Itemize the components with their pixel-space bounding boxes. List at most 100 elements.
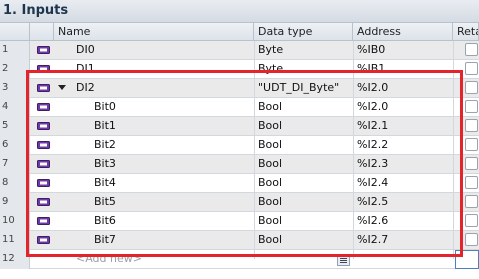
tag-name[interactable]: Bit3 bbox=[94, 155, 116, 174]
tag-address[interactable]: %I2.5 bbox=[357, 193, 388, 212]
tag-data-type[interactable]: Bool bbox=[258, 155, 282, 174]
row-number: 4 bbox=[0, 98, 30, 117]
tag-icon bbox=[37, 198, 50, 206]
tag-data-type[interactable]: Bool bbox=[258, 212, 282, 231]
column-header-name[interactable]: Name bbox=[54, 23, 254, 41]
tag-data-type[interactable]: Bool bbox=[258, 193, 282, 212]
table-row[interactable]: 2 DI1 Byte %IB1 bbox=[0, 60, 479, 79]
column-header-retain[interactable]: Reta bbox=[453, 23, 479, 41]
add-new-placeholder[interactable]: <Add new> bbox=[76, 250, 142, 269]
tag-address[interactable]: %IB1 bbox=[357, 60, 385, 79]
tag-data-type[interactable]: Bool bbox=[258, 174, 282, 193]
row-number: 8 bbox=[0, 174, 30, 193]
retain-checkbox[interactable] bbox=[465, 233, 478, 246]
retain-checkbox[interactable] bbox=[465, 176, 478, 189]
tag-address[interactable]: %I2.6 bbox=[357, 212, 388, 231]
tag-address[interactable]: %I2.4 bbox=[357, 174, 388, 193]
tag-icon-cell bbox=[30, 212, 54, 231]
tag-icon-cell bbox=[30, 79, 54, 98]
tag-icon bbox=[37, 65, 50, 73]
row-number: 11 bbox=[0, 231, 30, 250]
table-row[interactable]: 10 Bit6 Bool %I2.6 bbox=[0, 212, 479, 231]
column-header-address[interactable]: Address bbox=[353, 23, 453, 41]
tag-name[interactable]: Bit0 bbox=[94, 98, 116, 117]
retain-checkbox[interactable] bbox=[465, 195, 478, 208]
row-number: 3 bbox=[0, 79, 30, 98]
tag-icon-cell bbox=[30, 231, 54, 250]
selected-cell[interactable] bbox=[455, 250, 479, 269]
tag-icon-cell bbox=[30, 98, 54, 117]
table-row[interactable]: 3 DI2 "UDT_DI_Byte" %I2.0 bbox=[0, 79, 479, 98]
column-divider bbox=[453, 41, 454, 259]
table-row[interactable]: 7 Bit3 Bool %I2.3 bbox=[0, 155, 479, 174]
tag-address[interactable]: %I2.3 bbox=[357, 155, 388, 174]
tag-icon bbox=[37, 122, 50, 130]
tag-name[interactable]: DI2 bbox=[76, 79, 95, 98]
tag-data-type[interactable]: Bool bbox=[258, 117, 282, 136]
tag-icon-cell bbox=[30, 155, 54, 174]
row-number: 9 bbox=[0, 193, 30, 212]
column-divider bbox=[353, 41, 354, 259]
retain-checkbox[interactable] bbox=[465, 214, 478, 227]
tag-icon-cell bbox=[30, 41, 54, 60]
tag-name[interactable]: DI1 bbox=[76, 60, 95, 79]
retain-checkbox[interactable] bbox=[465, 81, 478, 94]
expand-collapse-icon[interactable] bbox=[58, 85, 66, 90]
tag-name[interactable]: Bit2 bbox=[94, 136, 116, 155]
tag-icon-cell bbox=[30, 193, 54, 212]
add-new-row[interactable]: 12 <Add new> bbox=[0, 250, 479, 269]
row-number: 2 bbox=[0, 60, 30, 79]
table-row[interactable]: 11 Bit7 Bool %I2.7 bbox=[0, 231, 479, 250]
tag-address[interactable]: %I2.7 bbox=[357, 231, 388, 250]
retain-checkbox[interactable] bbox=[465, 119, 478, 132]
table-row[interactable]: 5 Bit1 Bool %I2.1 bbox=[0, 117, 479, 136]
table-row[interactable]: 9 Bit5 Bool %I2.5 bbox=[0, 193, 479, 212]
tag-name[interactable]: DI0 bbox=[76, 41, 95, 60]
row-number: 7 bbox=[0, 155, 30, 174]
tag-address[interactable]: %I2.1 bbox=[357, 117, 388, 136]
retain-checkbox[interactable] bbox=[465, 100, 478, 113]
tag-icon-cell bbox=[30, 60, 54, 79]
retain-checkbox[interactable] bbox=[465, 43, 478, 56]
tag-icon-cell bbox=[30, 136, 54, 155]
tag-data-type[interactable]: Byte bbox=[258, 41, 283, 60]
list-dropdown-icon[interactable] bbox=[337, 255, 350, 266]
tag-name[interactable]: Bit1 bbox=[94, 117, 116, 136]
tag-data-type[interactable]: Bool bbox=[258, 136, 282, 155]
header-icon bbox=[30, 23, 54, 41]
table-row[interactable]: 4 Bit0 Bool %I2.0 bbox=[0, 98, 479, 117]
tag-name[interactable]: Bit5 bbox=[94, 193, 116, 212]
row-number: 1 bbox=[0, 41, 30, 60]
tag-address[interactable]: %I2.0 bbox=[357, 98, 388, 117]
table-bottom bbox=[0, 269, 479, 279]
table-row[interactable]: 1 DI0 Byte %IB0 bbox=[0, 41, 479, 60]
row-number: 5 bbox=[0, 117, 30, 136]
tag-data-type[interactable]: Bool bbox=[258, 231, 282, 250]
retain-checkbox[interactable] bbox=[465, 157, 478, 170]
table-row[interactable]: 8 Bit4 Bool %I2.4 bbox=[0, 174, 479, 193]
row-number: 12 bbox=[0, 250, 30, 269]
tag-icon bbox=[37, 217, 50, 225]
tag-icon-cell bbox=[30, 174, 54, 193]
tag-icon-cell bbox=[30, 117, 54, 136]
tag-data-type[interactable]: Byte bbox=[258, 60, 283, 79]
tag-icon bbox=[37, 103, 50, 111]
tag-data-type[interactable]: Bool bbox=[258, 98, 282, 117]
tag-name[interactable]: Bit6 bbox=[94, 212, 116, 231]
tag-data-type[interactable]: "UDT_DI_Byte" bbox=[258, 79, 339, 98]
tag-address[interactable]: %I2.0 bbox=[357, 79, 388, 98]
column-header-data-type[interactable]: Data type bbox=[254, 23, 353, 41]
retain-checkbox[interactable] bbox=[465, 62, 478, 75]
tag-icon bbox=[37, 84, 50, 92]
tag-address[interactable]: %IB0 bbox=[357, 41, 385, 60]
tag-icon bbox=[37, 46, 50, 54]
tag-icon bbox=[37, 141, 50, 149]
tag-name[interactable]: Bit7 bbox=[94, 231, 116, 250]
retain-checkbox[interactable] bbox=[465, 138, 478, 151]
tag-name[interactable]: Bit4 bbox=[94, 174, 116, 193]
section-title: 1. Inputs bbox=[3, 3, 69, 18]
table-row[interactable]: 6 Bit2 Bool %I2.2 bbox=[0, 136, 479, 155]
tag-address[interactable]: %I2.2 bbox=[357, 136, 388, 155]
header-rownum bbox=[0, 23, 30, 41]
section-header[interactable]: 1. Inputs bbox=[0, 0, 479, 23]
